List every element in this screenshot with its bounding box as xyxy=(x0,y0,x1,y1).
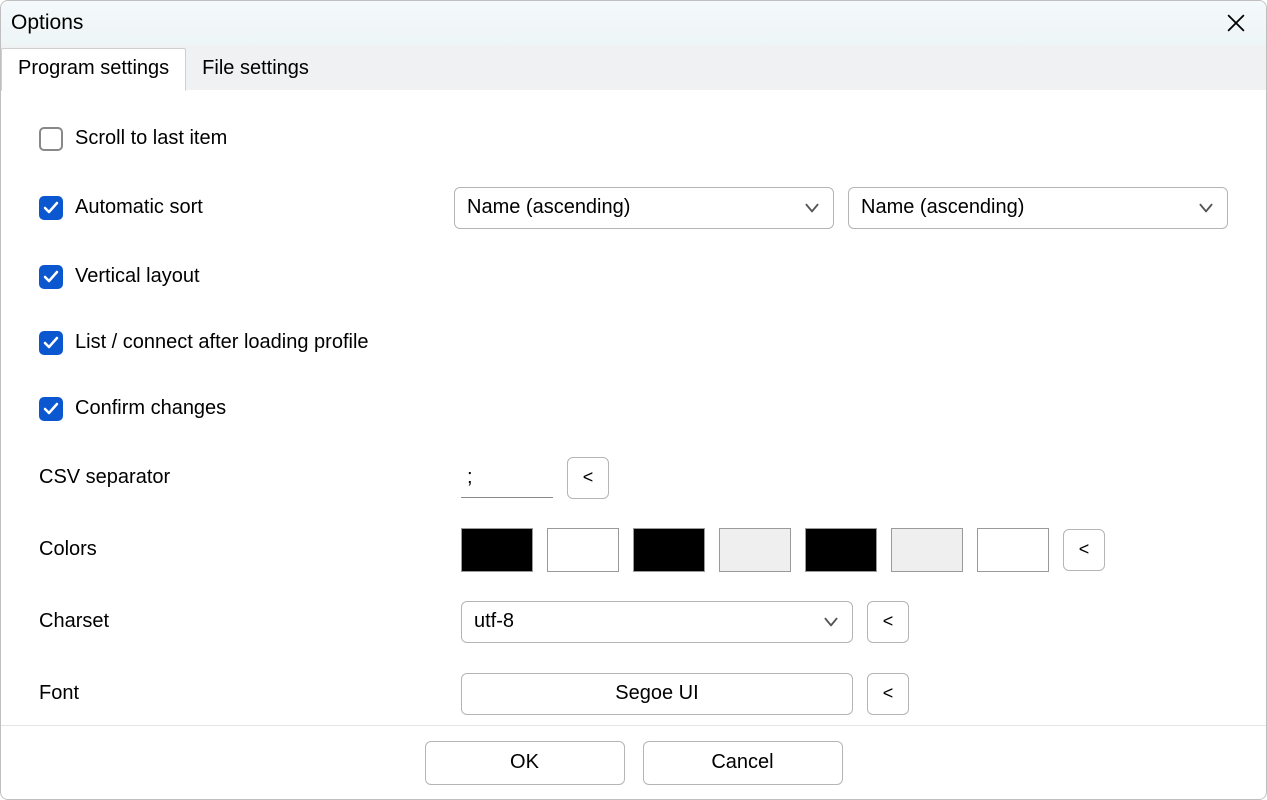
color-swatch-1[interactable] xyxy=(547,528,619,572)
checkbox-scroll-to-last[interactable] xyxy=(39,127,63,151)
select-charset[interactable]: utf-8 xyxy=(461,601,853,643)
check-icon xyxy=(43,401,59,417)
reset-colors-button[interactable]: < xyxy=(1063,529,1105,571)
select-sort-primary-value: Name (ascending) xyxy=(467,196,630,219)
color-swatch-2[interactable] xyxy=(633,528,705,572)
tab-program-settings[interactable]: Program settings xyxy=(1,48,186,91)
close-icon xyxy=(1227,14,1245,32)
select-charset-value: utf-8 xyxy=(474,610,514,633)
chevron-down-icon xyxy=(803,199,821,217)
label-vertical-layout: Vertical layout xyxy=(75,265,200,288)
label-scroll-to-last: Scroll to last item xyxy=(75,127,227,150)
dialog-footer: OK Cancel xyxy=(1,725,1266,799)
select-sort-secondary-value: Name (ascending) xyxy=(861,196,1024,219)
label-csv-separator: CSV separator xyxy=(39,466,170,489)
reset-font-button[interactable]: < xyxy=(867,673,909,715)
label-colors: Colors xyxy=(39,538,97,561)
label-auto-sort: Automatic sort xyxy=(75,196,203,219)
label-font: Font xyxy=(39,682,79,705)
option-row-csv-separator: CSV separator < xyxy=(39,455,1228,501)
options-dialog: Options Program settings File settings S… xyxy=(0,0,1267,800)
ok-button[interactable]: OK xyxy=(425,741,625,785)
color-swatch-5[interactable] xyxy=(891,528,963,572)
label-confirm-changes: Confirm changes xyxy=(75,397,226,420)
cancel-button[interactable]: Cancel xyxy=(643,741,843,785)
option-row-vertical-layout: Vertical layout xyxy=(39,257,1228,297)
checkbox-auto-sort[interactable] xyxy=(39,196,63,220)
select-sort-primary[interactable]: Name (ascending) xyxy=(454,187,834,229)
checkbox-confirm-changes[interactable] xyxy=(39,397,63,421)
option-row-scroll-to-last: Scroll to last item xyxy=(39,119,1228,159)
check-icon xyxy=(43,269,59,285)
option-row-colors: Colors < xyxy=(39,527,1228,573)
check-icon xyxy=(43,200,59,216)
reset-csv-separator-button[interactable]: < xyxy=(567,457,609,499)
titlebar: Options xyxy=(1,1,1266,45)
label-charset: Charset xyxy=(39,610,109,633)
tabstrip: Program settings File settings xyxy=(1,45,1266,91)
color-swatch-0[interactable] xyxy=(461,528,533,572)
checkbox-vertical-layout[interactable] xyxy=(39,265,63,289)
color-swatch-3[interactable] xyxy=(719,528,791,572)
tab-file-settings[interactable]: File settings xyxy=(186,49,325,90)
option-row-list-connect: List / connect after loading profile xyxy=(39,323,1228,363)
window-title: Options xyxy=(11,11,83,35)
check-icon xyxy=(43,335,59,351)
color-swatch-6[interactable] xyxy=(977,528,1049,572)
option-row-charset: Charset utf-8 < xyxy=(39,599,1228,645)
chevron-down-icon xyxy=(1197,199,1215,217)
option-row-confirm-changes: Confirm changes xyxy=(39,389,1228,429)
select-sort-secondary[interactable]: Name (ascending) xyxy=(848,187,1228,229)
input-csv-separator[interactable] xyxy=(461,458,553,498)
option-row-auto-sort: Automatic sort Name (ascending) Name (as… xyxy=(39,185,1228,231)
close-button[interactable] xyxy=(1216,3,1256,43)
content-area: Scroll to last item Automatic sort Name … xyxy=(1,91,1266,725)
option-row-font: Font Segoe UI < xyxy=(39,671,1228,717)
reset-charset-button[interactable]: < xyxy=(867,601,909,643)
chevron-down-icon xyxy=(822,613,840,631)
color-swatch-row xyxy=(461,528,1049,572)
label-list-connect: List / connect after loading profile xyxy=(75,331,369,354)
checkbox-list-connect[interactable] xyxy=(39,331,63,355)
color-swatch-4[interactable] xyxy=(805,528,877,572)
font-picker-button[interactable]: Segoe UI xyxy=(461,673,853,715)
